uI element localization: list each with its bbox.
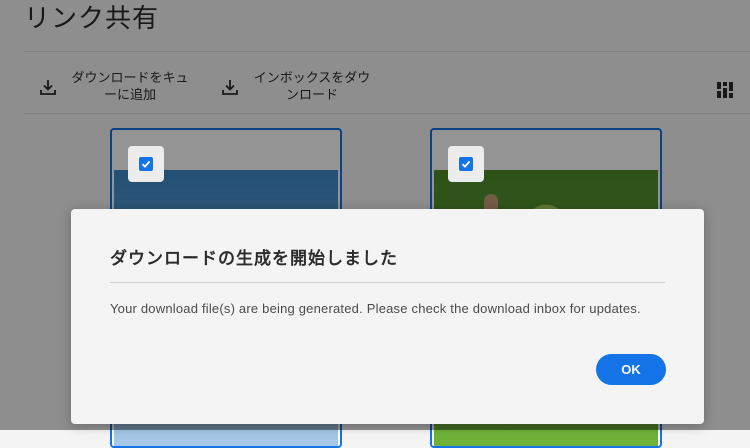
dialog-divider <box>110 282 665 283</box>
asset-select-checkbox[interactable] <box>448 146 484 182</box>
download-started-dialog: ダウンロードの生成を開始しました Your download file(s) a… <box>71 209 704 424</box>
ok-button[interactable]: OK <box>596 354 666 385</box>
dialog-message: Your download file(s) are being generate… <box>110 301 641 316</box>
checkbox-checked-icon <box>139 157 153 171</box>
checkbox-checked-icon <box>459 157 473 171</box>
dialog-title: ダウンロードの生成を開始しました <box>110 249 398 269</box>
asset-select-checkbox[interactable] <box>128 146 164 182</box>
